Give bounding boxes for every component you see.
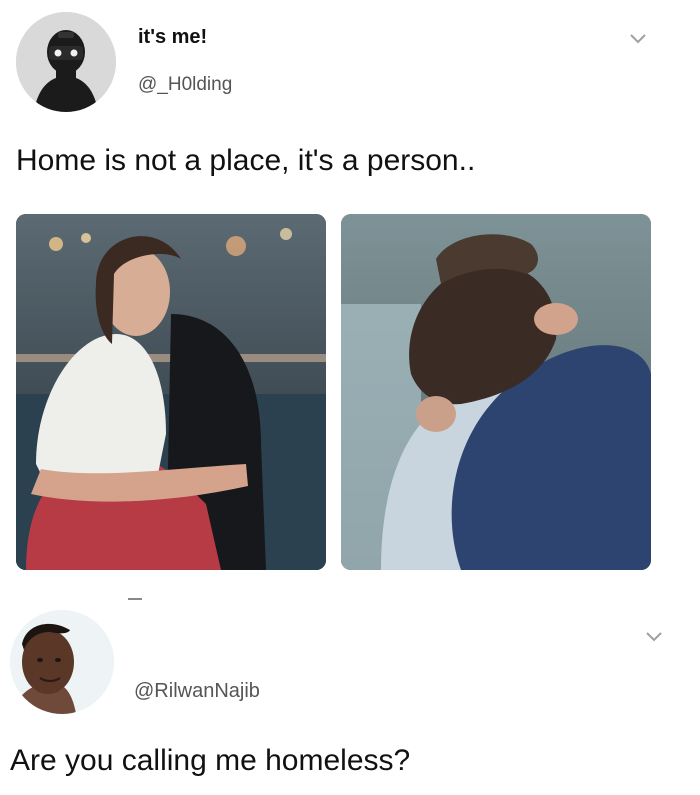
photo-image: [16, 214, 326, 570]
avatar[interactable]: [16, 12, 116, 112]
divider: [128, 598, 142, 600]
avatar-image: [16, 12, 116, 112]
user-handle[interactable]: @RilwanNajib: [134, 680, 260, 703]
tweet-text: Home is not a place, it's a person..: [16, 144, 476, 177]
photo-image: [341, 214, 651, 570]
photo-couple-bus[interactable]: [16, 214, 326, 570]
user-handle[interactable]: @_H0lding: [138, 74, 232, 96]
tweet-text: Are you calling me homeless?: [10, 744, 411, 777]
display-name[interactable]: it's me!: [138, 26, 207, 49]
photo-couple-embrace[interactable]: [341, 214, 651, 570]
avatar[interactable]: [10, 610, 114, 714]
chevron-down-icon[interactable]: [644, 626, 664, 646]
avatar-image: [10, 610, 114, 714]
chevron-down-icon[interactable]: [628, 28, 648, 48]
